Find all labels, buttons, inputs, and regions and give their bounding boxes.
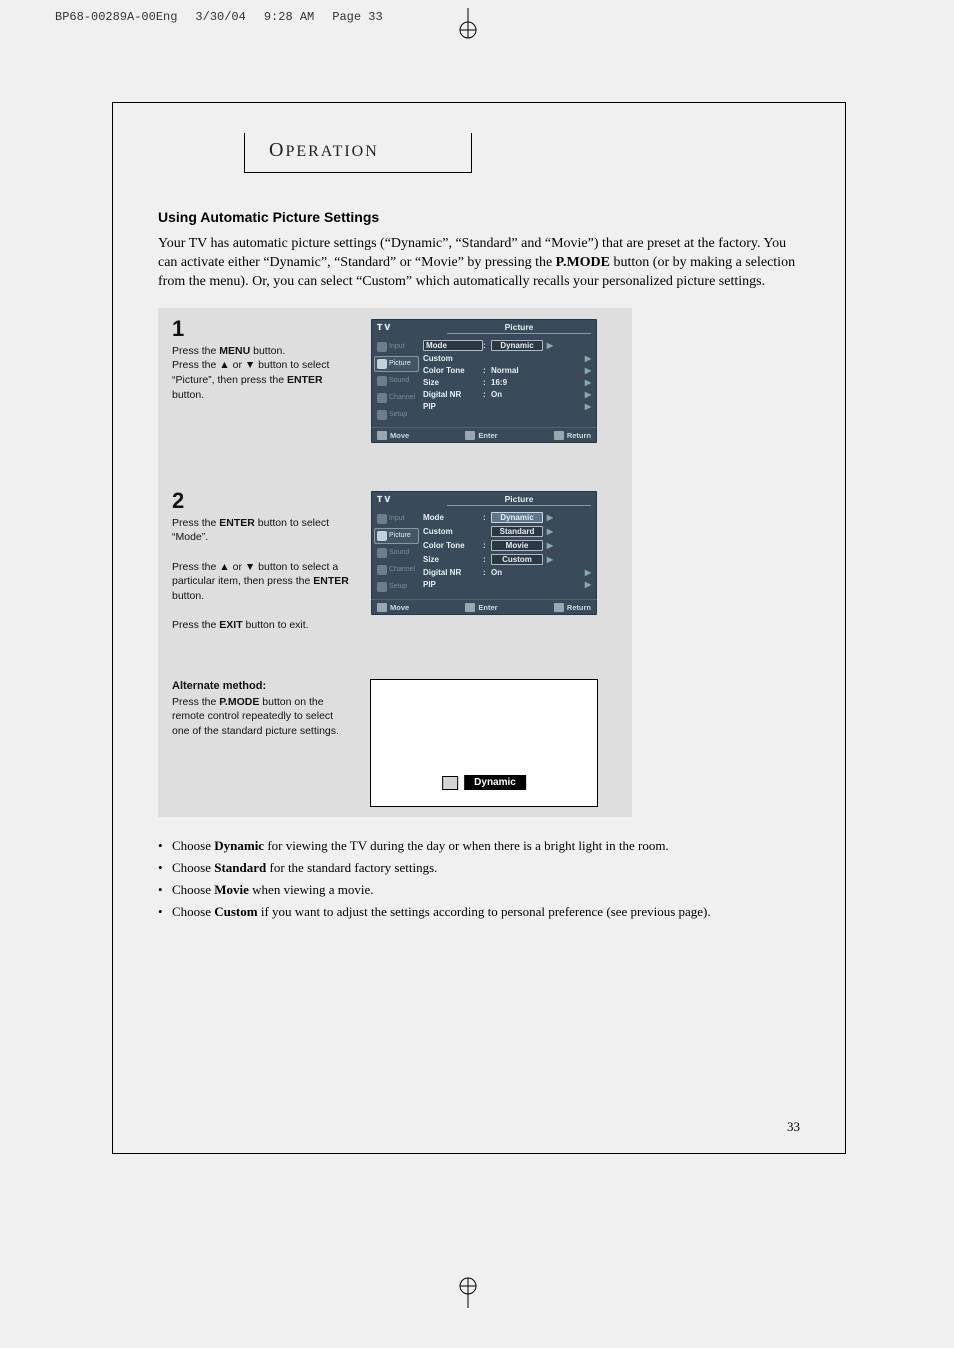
tv-icon: [377, 342, 387, 352]
meta-file: BP68-00289A-00Eng: [55, 10, 177, 24]
osd-tv-label: T V: [377, 494, 447, 506]
bullet-dynamic: Choose Dynamic for viewing the TV during…: [158, 835, 800, 857]
menu-colortone: Color Tone:Normal▶: [421, 365, 593, 377]
bullet-movie: Choose Movie when viewing a movie.: [158, 879, 800, 901]
page-frame: OPERATION Using Automatic Picture Settin…: [112, 102, 846, 1154]
nav-channel: Channel: [374, 562, 419, 578]
osd-footer-2: Move Enter Return: [371, 599, 597, 615]
step-1-text: 1 Press the MENU button. Press the ▲ or …: [172, 318, 352, 403]
nav-setup: Setup: [374, 407, 419, 423]
osd-screenshot-2: T V Picture Input Picture Sound Channel …: [370, 490, 598, 616]
picture-icon: [377, 359, 387, 369]
arrow-right-icon: ▶: [581, 390, 591, 399]
menu-digitalnr: Digital NR:On▶: [421, 567, 593, 579]
step-2-text: 2 Press the ENTER button to select “Mode…: [172, 490, 352, 634]
osd-footer-1: Move Enter Return: [371, 427, 597, 443]
meta-date: 3/30/04: [195, 10, 245, 24]
tv-icon: [377, 514, 387, 524]
menu-size: Size:16:9▶: [421, 377, 593, 389]
meta-page: Page 33: [332, 10, 382, 24]
alt-heading: Alternate method:: [172, 679, 352, 694]
alternate-row: Alternate method: Press the P.MODE butto…: [158, 669, 632, 817]
arrow-right-icon: ▶: [543, 527, 553, 536]
arrow-right-icon: ▶: [581, 354, 591, 363]
page-number: 33: [787, 1119, 800, 1135]
alternate-text: Alternate method: Press the P.MODE butto…: [172, 679, 352, 738]
section-title-box: OPERATION: [244, 133, 472, 173]
arrow-right-icon: ▶: [543, 541, 553, 550]
arrow-right-icon: ▶: [543, 555, 553, 564]
bullet-standard: Choose Standard for the standard factory…: [158, 857, 800, 879]
nav-sound: Sound: [374, 545, 419, 561]
nav-setup: Setup: [374, 579, 419, 595]
step-2-num: 2: [172, 490, 352, 512]
updown-icon: [377, 431, 387, 440]
enter-icon: [465, 431, 475, 440]
osd-menu-2: Mode:Dynamic▶ CustomStandard▶ Color Tone…: [419, 508, 597, 599]
channel-icon: [377, 565, 387, 575]
osd-menu-1: Mode:Dynamic▶ Custom▶ Color Tone:Normal▶…: [419, 336, 597, 427]
setup-icon: [377, 410, 387, 420]
enter-icon: [465, 603, 475, 612]
arrow-right-icon: ▶: [581, 580, 591, 589]
bullet-list: Choose Dynamic for viewing the TV during…: [158, 835, 800, 923]
menu-custom: CustomStandard▶: [421, 525, 593, 539]
return-icon: [554, 603, 564, 612]
menu-custom: Custom▶: [421, 353, 593, 365]
arrow-right-icon: ▶: [543, 341, 553, 350]
dynamic-label: Dynamic: [442, 775, 526, 790]
step-1-row: 1 Press the MENU button. Press the ▲ or …: [158, 308, 632, 454]
arrow-right-icon: ▶: [581, 366, 591, 375]
intro-bold: P.MODE: [556, 255, 610, 270]
nav-picture: Picture: [374, 356, 419, 372]
dynamic-text: Dynamic: [464, 775, 526, 790]
arrow-right-icon: ▶: [581, 378, 591, 387]
sub-heading: Using Automatic Picture Settings: [158, 209, 800, 225]
osd-screenshot-1: T V Picture Input Picture Sound Channel …: [370, 318, 598, 444]
dynamic-preview: Dynamic: [370, 679, 598, 807]
updown-icon: [377, 603, 387, 612]
meta-time: 9:28 AM: [264, 10, 314, 24]
picture-icon: [377, 531, 387, 541]
menu-mode: Mode:Dynamic▶: [421, 511, 593, 525]
step-1-num: 1: [172, 318, 352, 340]
channel-icon: [377, 393, 387, 403]
osd-panel-title: Picture: [447, 494, 591, 506]
crop-mark-top-icon: [452, 8, 484, 40]
section-title: OPERATION: [269, 139, 471, 162]
menu-colortone: Color Tone:Movie▶: [421, 539, 593, 553]
return-icon: [554, 431, 564, 440]
arrow-right-icon: ▶: [581, 402, 591, 411]
steps-block: 1 Press the MENU button. Press the ▲ or …: [158, 308, 632, 818]
intro-paragraph: Your TV has automatic picture settings (…: [158, 235, 800, 292]
sound-icon: [377, 548, 387, 558]
crop-mark-bottom-icon: [452, 1276, 484, 1308]
nav-input: Input: [374, 339, 419, 355]
menu-pip: PIP▶: [421, 401, 593, 413]
menu-mode: Mode:Dynamic▶: [421, 339, 593, 353]
menu-size: Size:Custom▶: [421, 553, 593, 567]
osd-tv-label: T V: [377, 322, 447, 334]
step-2-row: 2 Press the ENTER button to select “Mode…: [158, 480, 632, 644]
print-meta-strip: BP68-00289A-00Eng 3/30/04 9:28 AM Page 3…: [55, 10, 383, 24]
pmode-box-icon: [442, 776, 458, 790]
menu-pip: PIP▶: [421, 579, 593, 591]
setup-icon: [377, 582, 387, 592]
bullet-custom: Choose Custom if you want to adjust the …: [158, 901, 800, 923]
arrow-right-icon: ▶: [543, 513, 553, 522]
nav-sound: Sound: [374, 373, 419, 389]
osd-nav: Input Picture Sound Channel Setup: [371, 508, 419, 599]
menu-digitalnr: Digital NR:On▶: [421, 389, 593, 401]
osd-nav: Input Picture Sound Channel Setup: [371, 336, 419, 427]
nav-input: Input: [374, 511, 419, 527]
nav-picture: Picture: [374, 528, 419, 544]
arrow-right-icon: ▶: [581, 568, 591, 577]
nav-channel: Channel: [374, 390, 419, 406]
osd-panel-title: Picture: [447, 322, 591, 334]
sound-icon: [377, 376, 387, 386]
